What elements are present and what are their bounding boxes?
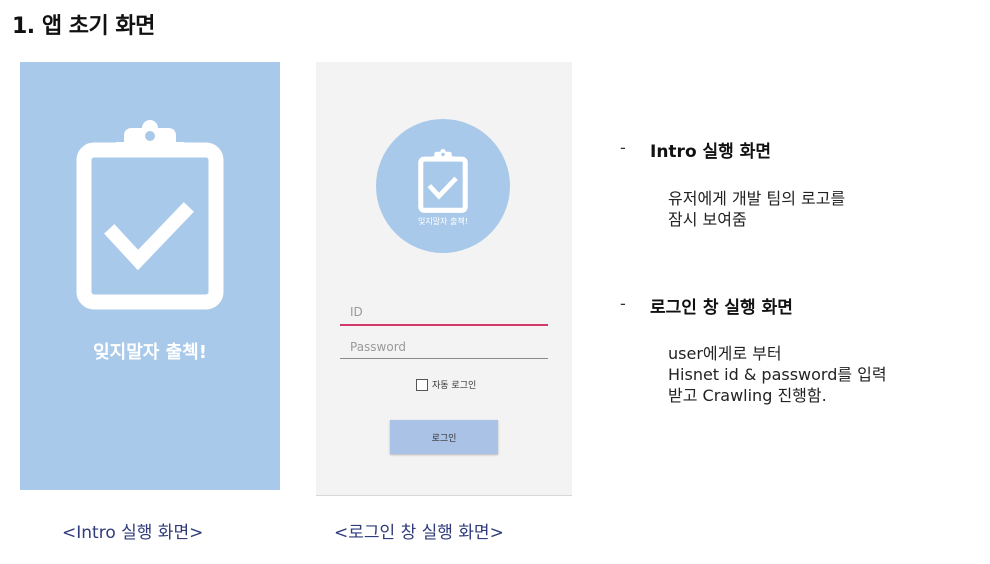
login-caption: <로그인 창 실행 화면> [334, 523, 504, 543]
login-description-heading: 로그인 창 실행 화면 [650, 298, 793, 318]
login-screen: 잊지말자 출첵! ID Password 자동 로그인 로그인 [316, 62, 572, 496]
login-app-name: 잊지말자 출첵! [418, 217, 468, 226]
description-line: 받고 Crawling 진행함. [668, 386, 827, 405]
description-line: 잠시 보여줌 [668, 210, 747, 229]
id-input-underline [340, 324, 548, 326]
intro-description-body: 유저에게 개발 팀의 로고를 잠시 보여줌 [668, 188, 845, 230]
id-input[interactable]: ID [350, 305, 363, 319]
description-line: 유저에게 개발 팀의 로고를 [668, 189, 846, 208]
auto-login-label: 자동 로그인 [432, 381, 477, 391]
bullet-dash: - [620, 294, 626, 313]
auto-login-checkbox[interactable] [416, 379, 428, 391]
description-line: Hisnet id & password를 입력 [668, 365, 887, 384]
page-title: 1. 앱 초기 화면 [12, 14, 155, 39]
clipboard-check-icon [76, 120, 224, 310]
login-logo: 잊지말자 출첵! [376, 119, 510, 253]
password-input-underline [340, 358, 548, 359]
password-input[interactable]: Password [350, 340, 406, 354]
login-description-body: user에게로 부터 Hisnet id & password를 입력 받고 C… [668, 343, 887, 406]
login-button[interactable]: 로그인 [390, 420, 498, 454]
intro-app-name: 잊지말자 출첵! [93, 342, 207, 363]
intro-caption: <Intro 실행 화면> [62, 523, 204, 543]
clipboard-check-icon [418, 149, 468, 213]
intro-screen: 잊지말자 출첵! [20, 62, 280, 490]
description-line: user에게로 부터 [668, 344, 782, 363]
intro-description-heading: Intro 실행 화면 [650, 142, 772, 162]
bullet-dash: - [620, 138, 626, 157]
